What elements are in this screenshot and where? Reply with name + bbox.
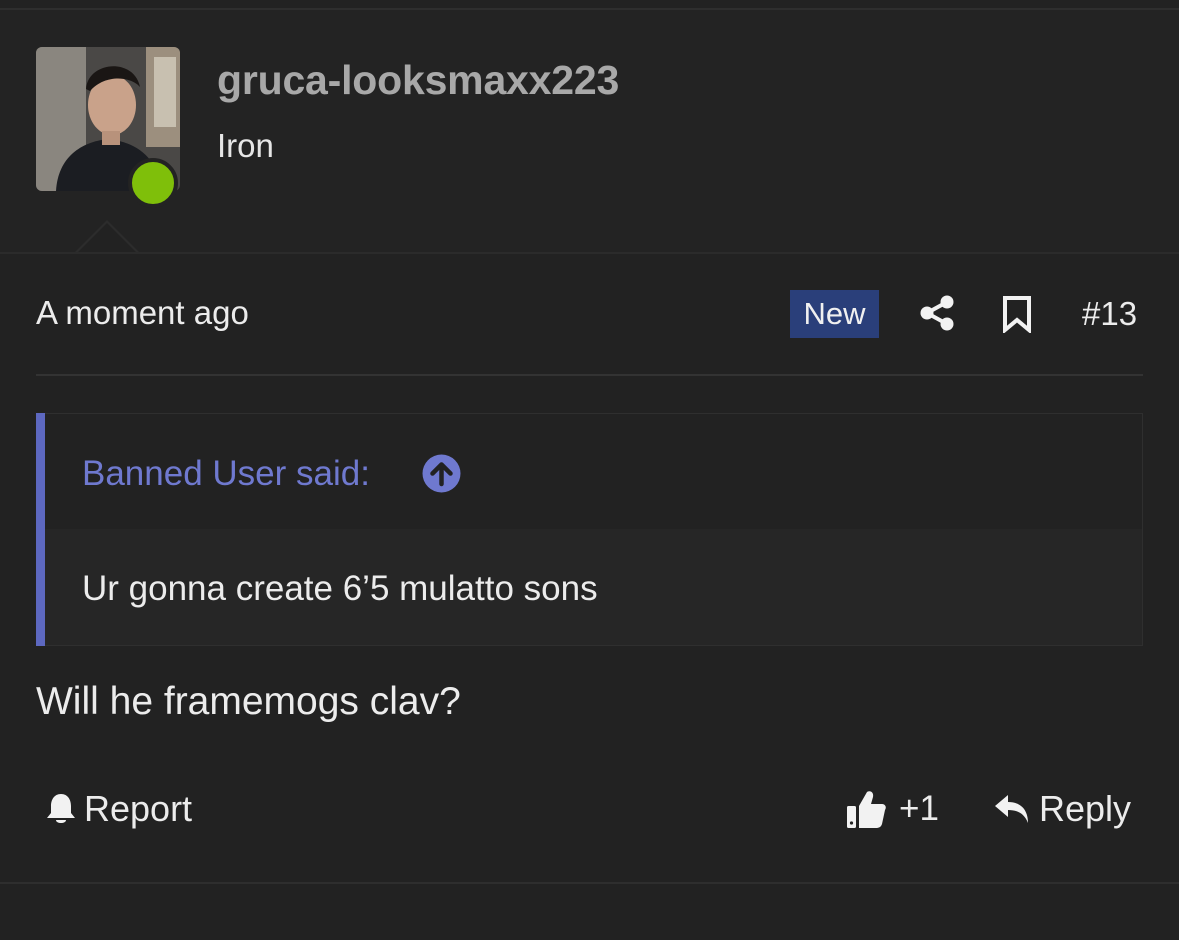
divider <box>36 374 1143 376</box>
user-rank-title: Iron <box>217 127 274 164</box>
reply-button[interactable]: Reply <box>993 786 1131 832</box>
forum-post: gruca-looksmaxx223 Iron A moment ago New… <box>0 0 1179 940</box>
quote-accent-bar <box>36 413 45 646</box>
reply-label: Reply <box>1039 788 1132 829</box>
header-pointer-fill <box>76 223 138 254</box>
share-icon[interactable] <box>918 294 956 332</box>
reply-arrow-icon <box>995 795 1028 823</box>
quote-author-link[interactable]: Banned User said: <box>82 452 370 496</box>
thumbs-up-icon <box>847 791 886 828</box>
like-count: +1 <box>899 789 939 828</box>
online-status-indicator <box>128 158 178 208</box>
report-label: Report <box>84 788 193 829</box>
report-button[interactable]: Report <box>44 786 192 832</box>
bell-icon <box>47 794 75 823</box>
quote-text: Ur gonna create 6’5 mulatto sons <box>82 569 598 608</box>
like-button[interactable]: +1 <box>845 786 939 832</box>
post-timestamp[interactable]: A moment ago <box>36 293 249 333</box>
arrow-up-circle-icon[interactable] <box>422 454 461 493</box>
post-message: Will he framemogs clav? <box>36 680 461 723</box>
new-badge: New <box>790 290 879 338</box>
post-number-link[interactable]: #13 <box>1082 294 1137 334</box>
bookmark-icon[interactable] <box>1001 295 1033 333</box>
divider <box>0 252 1179 254</box>
username[interactable]: gruca-looksmaxx223 <box>217 56 619 104</box>
divider <box>0 882 1179 884</box>
